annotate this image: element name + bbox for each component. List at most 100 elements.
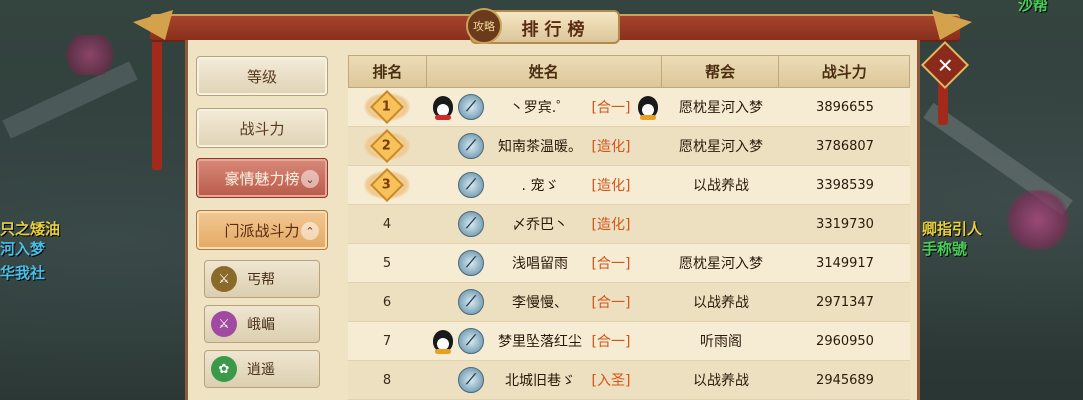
category-level-button[interactable]: 等级 (196, 56, 328, 96)
sword-class-icon: ⟋ (458, 328, 484, 354)
server-tag: [造化] (591, 178, 631, 194)
guild-cell: 以战养战 (693, 295, 749, 311)
avatar-slot (430, 94, 456, 120)
table-row[interactable]: 6 ⟋ 李慢慢、 [合一] 以战养战 2971347 (348, 283, 910, 322)
guild-cell: 听雨阁 (700, 334, 742, 350)
power-cell: 2960950 (816, 333, 874, 349)
category-combat-power-button[interactable]: 战斗力 (196, 108, 328, 148)
guild-cell (662, 205, 780, 243)
table-row[interactable]: 8 ⟋ 北城旧巷ゞ [入圣] 以战养战 2945689 (348, 361, 910, 400)
sword-class-icon: ⟋ (458, 133, 484, 159)
rank-cell: 3 (348, 166, 426, 204)
rank-cell: 6 (348, 283, 426, 321)
table-row[interactable]: 5 ⟋ 浅唱留雨 [合一] 愿枕星河入梦 3149917 (348, 244, 910, 283)
power-cell: 3398539 (816, 177, 874, 193)
rank-number: 1 (382, 99, 392, 115)
guild-cell: 愿枕星河入梦 (679, 100, 763, 116)
beggar-sect-icon: ⚔ (211, 266, 237, 292)
avatar-slot (430, 172, 456, 198)
table-row[interactable]: 1 ⟋ 丶罗宾.゜ [合一] 愿枕星河入梦 3896655 (348, 88, 910, 127)
player-name[interactable]: 梦里坠落红尘 (494, 331, 586, 351)
avatar-slot (430, 367, 456, 393)
table-body: 1 ⟋ 丶罗宾.゜ [合一] 愿枕星河入梦 3896655 2 ⟋ 知南茶温暖。 [造化] 愿枕星河… (348, 88, 910, 400)
rank-number: 7 (382, 333, 392, 349)
category-sect-power-button[interactable]: 门派战斗力 ⌃ (196, 210, 328, 250)
emei-sect-icon: ⚔ (211, 311, 237, 337)
sword-class-icon: ⟋ (458, 250, 484, 276)
header-rank: 排名 (349, 56, 427, 87)
player-name[interactable]: 北城旧巷ゞ (494, 370, 586, 390)
name-cell: ⟋ 梦里坠落红尘 [合一] (426, 322, 662, 360)
name-cell: ⟋ 〆乔巴丶 [造化] (426, 205, 662, 243)
rank-cell: 1 (348, 88, 426, 126)
player-name[interactable]: 〆乔巴丶 (494, 214, 586, 234)
name-cell: ⟋ 知南茶温暖。 [造化] (426, 127, 662, 165)
power-cell: 3896655 (816, 99, 874, 115)
table-header: 排名 姓名 帮会 战斗力 (348, 55, 910, 88)
category-label: 战斗力 (239, 119, 285, 138)
guide-badge-icon[interactable]: 攻略 (466, 8, 502, 44)
player-name[interactable]: 知南茶温暖。 (494, 136, 586, 156)
name-cell: ⟋ 北城旧巷ゞ [入圣] (426, 361, 662, 399)
name-cell: ⟋ 浅唱留雨 [合一] (426, 244, 662, 282)
rank-medal-icon: 1 (364, 90, 410, 124)
table-row[interactable]: 2 ⟋ 知南茶温暖。 [造化] 愿枕星河入梦 3786807 (348, 127, 910, 166)
sect-label: 丐帮 (247, 272, 275, 288)
server-tag: [合一] (591, 100, 631, 116)
world-player-name: 只之矮油 (0, 220, 61, 238)
category-sidebar: 等级 战斗力 豪情魅力榜 ⌄ 门派战斗力 ⌃ ⚔ 丐帮 ⚔ 峨嵋 ✿ 逍遥 (192, 52, 332, 400)
rank-number: 8 (382, 372, 392, 388)
sect-beggar-button[interactable]: ⚔ 丐帮 (204, 260, 320, 298)
sect-label: 逍遥 (247, 362, 275, 378)
table-row[interactable]: 7 ⟋ 梦里坠落红尘 [合一] 听雨阁 2960950 (348, 322, 910, 361)
medal-diamond: 2 (370, 129, 404, 163)
world-player-title: 华我社 (0, 264, 46, 282)
name-cell: ⟋ 丶罗宾.゜ [合一] (426, 88, 662, 126)
rank-cell: 5 (348, 244, 426, 282)
server-tag: [入圣] (591, 373, 631, 389)
player-name[interactable]: 李慢慢、 (494, 292, 586, 312)
rank-medal-icon: 2 (364, 129, 410, 163)
sword-class-icon: ⟋ (458, 172, 484, 198)
guild-cell: 愿枕星河入梦 (679, 256, 763, 272)
player-name[interactable]: . 宠ゞ (494, 175, 586, 195)
rank-number: 2 (382, 138, 392, 154)
avatar-slot (430, 211, 456, 237)
player-name[interactable]: 浅唱留雨 (494, 253, 586, 273)
player-name[interactable]: 丶罗宾.゜ (494, 97, 586, 117)
qq-penguin-icon (433, 330, 453, 354)
server-tag: [合一] (591, 256, 631, 272)
server-tag: [造化] (591, 139, 631, 155)
chevron-down-icon: ⌄ (301, 170, 319, 188)
world-npc-name: 卿指引人 (922, 220, 983, 238)
medal-diamond: 3 (370, 168, 404, 202)
rank-cell: 7 (348, 322, 426, 360)
close-icon: ✕ (936, 52, 954, 77)
category-label: 豪情魅力榜 (224, 169, 300, 188)
sect-emei-button[interactable]: ⚔ 峨嵋 (204, 305, 320, 343)
sword-class-icon: ⟋ (458, 211, 484, 237)
header-name: 姓名 (427, 56, 662, 87)
sect-xiaoyao-button[interactable]: ✿ 逍遥 (204, 350, 320, 388)
sword-class-icon: ⟋ (458, 367, 484, 393)
power-cell: 2945689 (816, 372, 874, 388)
category-label: 门派战斗力 (224, 221, 300, 240)
flower-bush (60, 35, 120, 75)
rank-number: 6 (382, 294, 392, 310)
server-tag: [合一] (591, 295, 631, 311)
avatar-slot (430, 328, 456, 354)
sword-class-icon: ⟋ (458, 94, 484, 120)
server-tag: [合一] (591, 334, 631, 350)
rank-cell: 8 (348, 361, 426, 399)
world-player-guild: 河入梦 (0, 240, 46, 258)
power-cell: 3786807 (816, 138, 874, 154)
table-row[interactable]: 4 ⟋ 〆乔巴丶 [造化] 3319730 (348, 205, 910, 244)
rank-cell: 2 (348, 127, 426, 165)
qq-vip-icon (638, 96, 658, 120)
header-power: 战斗力 (821, 63, 867, 81)
table-row[interactable]: 3 ⟋ . 宠ゞ [造化] 以战养战 3398539 (348, 166, 910, 205)
rank-number: 4 (382, 216, 392, 232)
category-label: 等级 (246, 67, 277, 86)
window-title: 排行榜 (521, 19, 591, 40)
category-charm-button[interactable]: 豪情魅力榜 ⌄ (196, 158, 328, 198)
